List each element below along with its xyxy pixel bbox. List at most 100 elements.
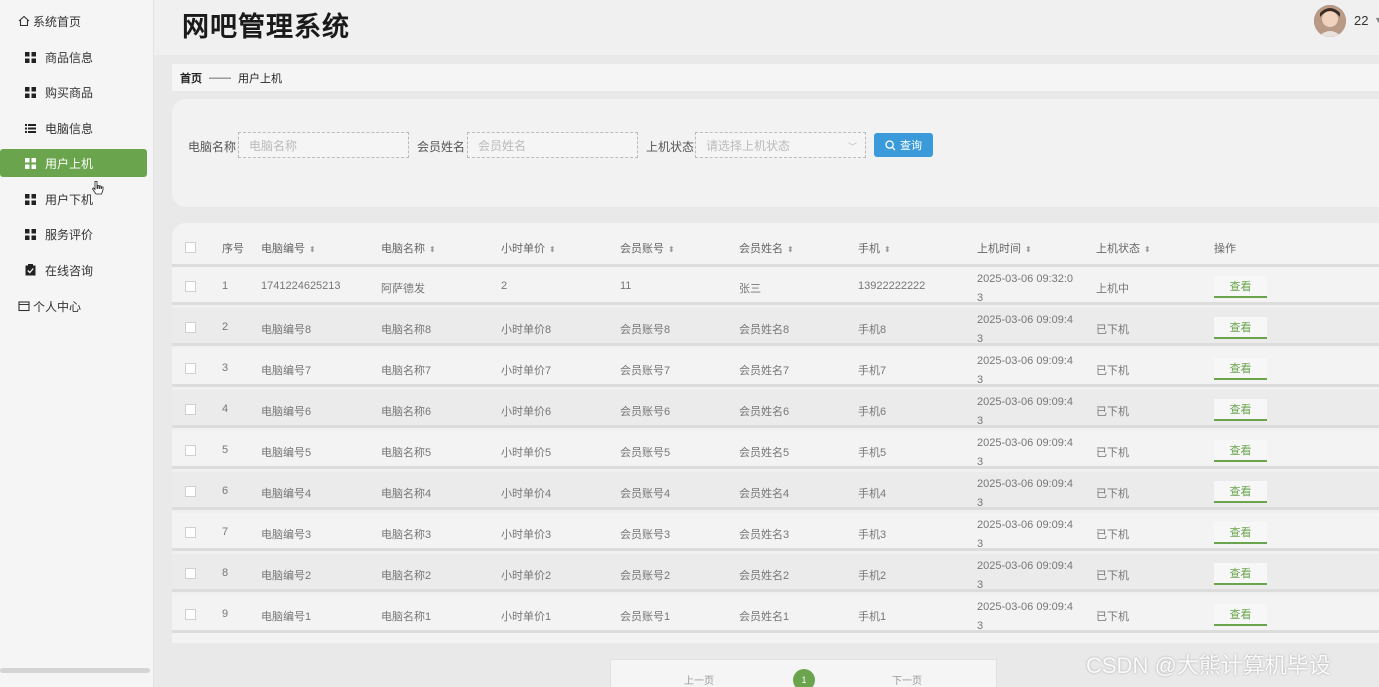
table-cell: 小时单价6 [501, 406, 552, 418]
next-page-button[interactable]: 下一页 [892, 672, 922, 687]
row-checkbox[interactable] [185, 609, 196, 620]
search-button[interactable]: 查询 [874, 133, 933, 157]
sort-icon[interactable]: ⬍ [549, 245, 556, 254]
sidebar-item-1[interactable]: 商品信息 [0, 43, 147, 71]
table-cell: 2025-03-06 09:32:03 [977, 273, 1074, 304]
sort-icon[interactable]: ⬍ [429, 245, 436, 254]
column-header-8[interactable]: 上机时间 ⬍ [977, 240, 1032, 256]
view-button[interactable]: 查看 [1214, 604, 1267, 626]
breadcrumb-separator: —— [209, 71, 231, 84]
sidebar-item-home[interactable]: 系统首页 [18, 7, 81, 35]
table-row[interactable]: 8 电脑编号2 电脑名称2 小时单价2 会员账号2 会员姓名2 手机2 2025-03-06 … [172, 554, 1379, 592]
table-row[interactable]: 3 电脑编号7 电脑名称7 小时单价7 会员账号7 会员姓名7 手机7 2025-03-06 … [172, 349, 1379, 387]
sort-icon[interactable]: ⬍ [1025, 245, 1032, 254]
sidebar-item-4[interactable]: 用户上机 [0, 149, 147, 177]
prev-page-button[interactable]: 上一页 [684, 672, 714, 687]
sort-icon[interactable]: ⬍ [884, 245, 891, 254]
sort-icon[interactable]: ⬍ [787, 245, 794, 254]
breadcrumb-current: 用户上机 [238, 72, 282, 85]
table-cell: 已下机 [1096, 529, 1129, 541]
row-checkbox[interactable] [185, 568, 196, 579]
sort-icon[interactable]: ⬍ [1144, 245, 1151, 254]
page-number-button[interactable]: 1 [793, 669, 815, 687]
table-cell: 会员账号4 [620, 488, 671, 500]
column-header-2[interactable]: 电脑编号 ⬍ [261, 240, 316, 256]
sort-icon[interactable]: ⬍ [309, 245, 316, 254]
column-header-7[interactable]: 手机 ⬍ [858, 240, 891, 256]
sidebar-item-7[interactable]: 在线咨询 [0, 256, 147, 284]
row-checkbox[interactable] [185, 486, 196, 497]
table-cell: 6 [222, 485, 229, 497]
column-header-label: 会员姓名 [739, 243, 783, 255]
column-header-5[interactable]: 会员账号 ⬍ [620, 240, 675, 256]
table-cell: 电脑编号8 [261, 324, 312, 336]
sidebar-item-label: 商品信息 [45, 50, 94, 65]
table-cell: 小时单价4 [501, 488, 552, 500]
avatar[interactable] [1314, 5, 1346, 37]
table-cell: 1741224625213 [261, 280, 341, 292]
sidebar-item-3[interactable]: 电脑信息 [0, 114, 147, 142]
column-header-9[interactable]: 上机状态 ⬍ [1096, 240, 1151, 256]
sidebar-item-5[interactable]: 用户下机 [0, 185, 147, 213]
column-header-label: 手机 [858, 243, 880, 255]
breadcrumb-home[interactable]: 首页 [180, 70, 202, 86]
table-row[interactable]: 7 电脑编号3 电脑名称3 小时单价3 会员账号3 会员姓名3 手机3 2025-03-06 … [172, 513, 1379, 551]
caret-down-icon[interactable]: ▼ [1374, 15, 1379, 25]
column-header-label: 会员账号 [620, 243, 664, 255]
table-row[interactable]: 4 电脑编号6 电脑名称6 小时单价6 会员账号6 会员姓名6 手机6 2025-03-06 … [172, 390, 1379, 428]
sort-icon[interactable]: ⬍ [668, 245, 675, 254]
row-checkbox[interactable] [185, 404, 196, 415]
data-table: 序号 电脑编号 ⬍ 电脑名称 ⬍ 小时单价 ⬍ 会员账号 ⬍ 会员姓名 ⬍ 手机 ⬍ 上机时间 ⬍ 上机状态 ⬍… [172, 223, 1379, 643]
grid-icon [24, 157, 36, 169]
table-row[interactable]: 9 电脑编号1 电脑名称1 小时单价1 会员账号1 会员姓名1 手机1 2025-03-06 … [172, 595, 1379, 633]
table-cell: 2025-03-06 09:09:43 [977, 314, 1074, 345]
member-name-input[interactable]: 会员姓名 [467, 132, 638, 158]
status-select-placeholder: 请选择上机状态 [706, 138, 791, 153]
pagination: 上一页 1 下一页 [610, 659, 997, 687]
view-button[interactable]: 查看 [1214, 481, 1267, 503]
table-row[interactable]: 5 电脑编号5 电脑名称5 小时单价5 会员账号5 会员姓名5 手机5 2025-03-06 … [172, 431, 1379, 469]
table-cell: 8 [222, 567, 229, 579]
column-header-4[interactable]: 小时单价 ⬍ [501, 240, 556, 256]
sidebar-scrollbar[interactable] [0, 668, 150, 673]
table-cell: 11 [620, 280, 632, 292]
table-cell: 电脑名称7 [381, 365, 432, 377]
table-row[interactable]: 1 1741224625213 阿萨德发 2 11 张三 13922222222 2025-0… [172, 267, 1379, 305]
column-header-label: 序号 [222, 243, 244, 255]
table-cell: 2025-03-06 09:09:43 [977, 519, 1074, 550]
sidebar-item-label: 用户下机 [45, 192, 94, 207]
view-button[interactable]: 查看 [1214, 522, 1267, 544]
username[interactable]: 22 [1354, 13, 1368, 28]
table-cell: 手机6 [858, 406, 887, 418]
row-checkbox[interactable] [185, 527, 196, 538]
select-all-checkbox[interactable] [185, 242, 196, 253]
sidebar-item-6[interactable]: 服务评价 [0, 220, 147, 248]
column-header-3[interactable]: 电脑名称 ⬍ [381, 240, 436, 256]
table-cell: 2025-03-06 09:09:43 [977, 396, 1074, 427]
status-select[interactable]: 请选择上机状态 ﹀ [695, 132, 866, 158]
sidebar-item-profile[interactable]: 个人中心 [18, 292, 81, 320]
row-checkbox[interactable] [185, 445, 196, 456]
view-button[interactable]: 查看 [1214, 358, 1267, 380]
view-button[interactable]: 查看 [1214, 399, 1267, 421]
list-icon [24, 122, 36, 134]
table-cell: 2025-03-06 09:09:43 [977, 355, 1074, 386]
table-cell: 手机5 [858, 447, 887, 459]
view-button[interactable]: 查看 [1214, 440, 1267, 462]
table-cell: 已下机 [1096, 324, 1129, 336]
table-cell: 手机8 [858, 324, 887, 336]
sidebar-item-2[interactable]: 购买商品 [0, 78, 147, 106]
table-cell: 电脑编号2 [261, 570, 312, 582]
table-row[interactable]: 2 电脑编号8 电脑名称8 小时单价8 会员账号8 会员姓名8 手机8 2025-03-06 … [172, 308, 1379, 346]
row-checkbox[interactable] [185, 281, 196, 292]
row-checkbox[interactable] [185, 322, 196, 333]
view-button[interactable]: 查看 [1214, 276, 1267, 298]
view-button[interactable]: 查看 [1214, 563, 1267, 585]
table-cell: 小时单价1 [501, 611, 552, 623]
column-header-6[interactable]: 会员姓名 ⬍ [739, 240, 794, 256]
view-button[interactable]: 查看 [1214, 317, 1267, 339]
table-cell: 小时单价5 [501, 447, 552, 459]
table-row[interactable]: 6 电脑编号4 电脑名称4 小时单价4 会员账号4 会员姓名4 手机4 2025-03-06 … [172, 472, 1379, 510]
computer-name-input[interactable]: 电脑名称 [238, 132, 409, 158]
row-checkbox[interactable] [185, 363, 196, 374]
